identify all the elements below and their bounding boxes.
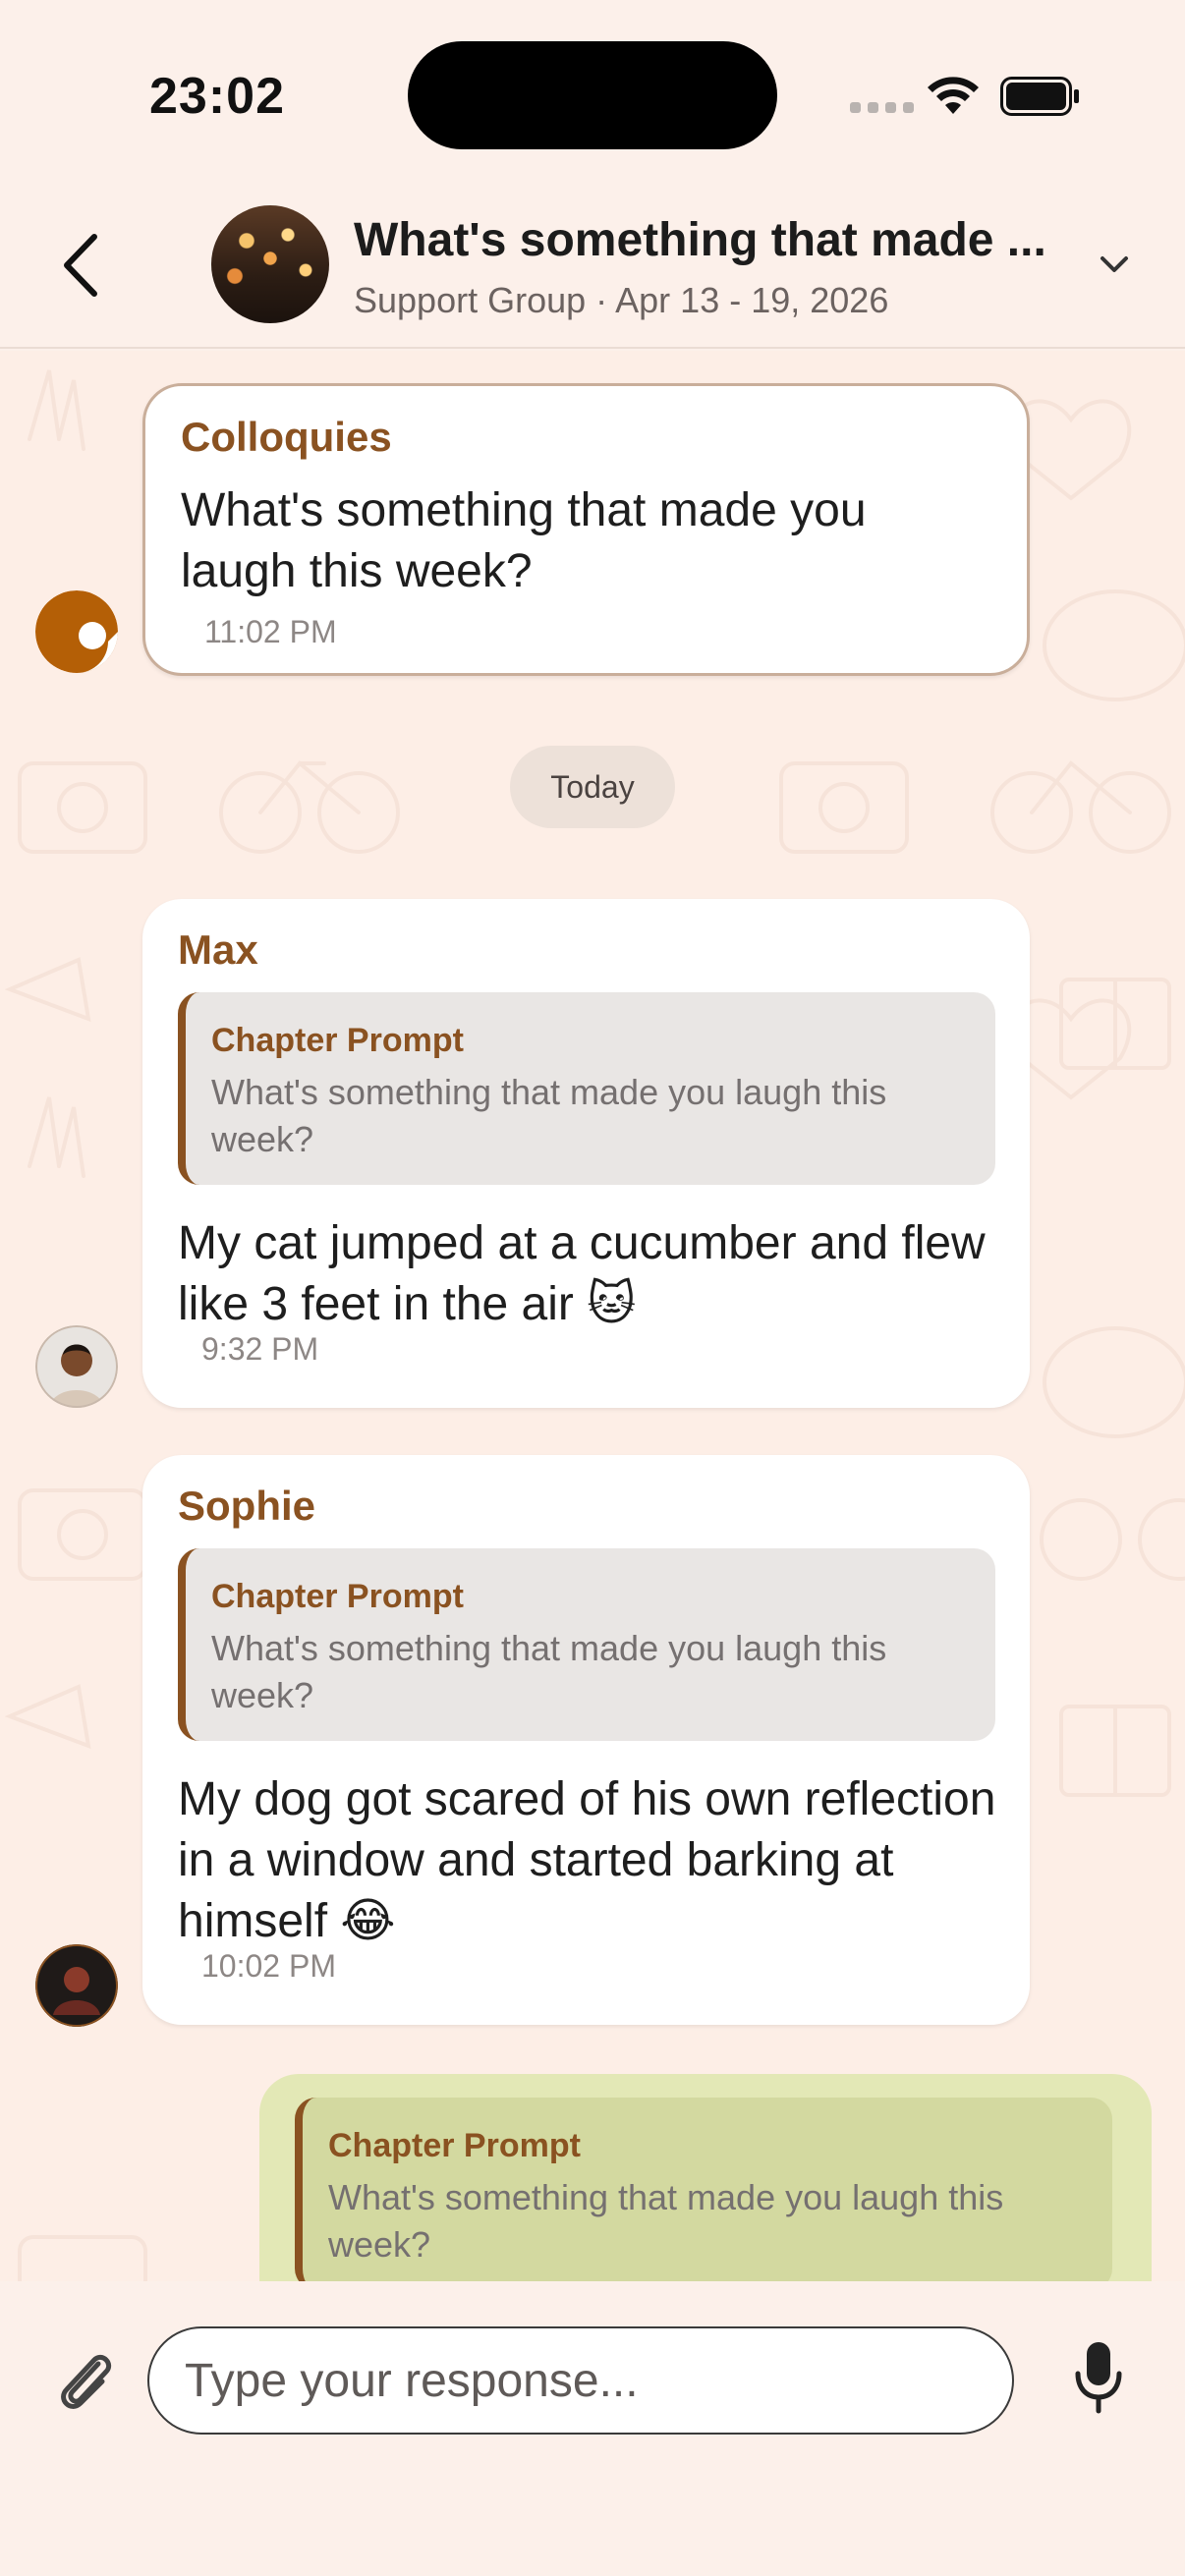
quote-title: Chapter Prompt (211, 1022, 464, 1059)
quote-title: Chapter Prompt (211, 1578, 464, 1615)
colloquies-logo-avatar (35, 590, 118, 673)
chat-title[interactable]: What's something that made ... (354, 213, 1081, 267)
message-list[interactable]: Colloquies What's something that made yo… (0, 351, 1185, 2281)
message-sender: Colloquies (181, 414, 392, 460)
cellular-signal-icon (850, 102, 914, 113)
dynamic-island (408, 41, 777, 149)
wifi-icon (928, 77, 979, 114)
max-avatar[interactable] (35, 1325, 118, 1408)
status-time: 23:02 (149, 68, 285, 125)
message-time: 9:32 PM (201, 1331, 319, 1367)
paperclip-icon[interactable] (53, 2342, 116, 2413)
message-bubble-max[interactable]: Max Chapter Prompt What's something that… (142, 899, 1030, 1408)
message-time: 11:02 PM (204, 614, 337, 649)
message-bubble-colloquies[interactable]: Colloquies What's something that made yo… (142, 383, 1030, 676)
response-input[interactable] (147, 2326, 1014, 2435)
sophie-avatar[interactable] (35, 1944, 118, 2027)
message-time: 10:02 PM (201, 1948, 336, 1984)
message-text: What's something that made you laugh thi… (181, 484, 867, 597)
status-bar: 23:02 (0, 0, 1185, 182)
chat-header: What's something that made ... Support G… (0, 182, 1185, 349)
quoted-prompt[interactable]: Chapter Prompt What's something that mad… (178, 1548, 995, 1741)
message-text: My cat jumped at a cucumber and flew lik… (178, 1217, 986, 1330)
quote-title: Chapter Prompt (328, 2127, 581, 2164)
quote-text: What's something that made you laugh thi… (211, 1072, 887, 1159)
chevron-down-icon[interactable] (1099, 252, 1130, 276)
quoted-prompt[interactable]: Chapter Prompt What's something that mad… (178, 992, 995, 1185)
back-arrow-icon[interactable] (55, 231, 110, 300)
message-bubble-sophie[interactable]: Sophie Chapter Prompt What's something t… (142, 1455, 1030, 2025)
quote-text: What's something that made you laugh thi… (328, 2177, 1004, 2265)
message-text: My dog got scared of his own reflection … (178, 1773, 996, 1947)
message-sender: Max (178, 926, 258, 973)
own-message-bubble[interactable]: Chapter Prompt What's something that mad… (259, 2074, 1152, 2281)
date-divider: Today (510, 746, 675, 828)
quoted-prompt[interactable]: Chapter Prompt What's something that mad… (295, 2098, 1112, 2281)
group-avatar[interactable] (211, 205, 329, 323)
composer-bar (0, 2281, 1185, 2576)
chat-subtitle: Support Group · Apr 13 - 19, 2026 (354, 280, 889, 320)
battery-icon (1000, 77, 1079, 116)
message-sender: Sophie (178, 1483, 316, 1529)
microphone-icon[interactable] (1074, 2340, 1123, 2415)
quote-text: What's something that made you laugh thi… (211, 1628, 887, 1715)
